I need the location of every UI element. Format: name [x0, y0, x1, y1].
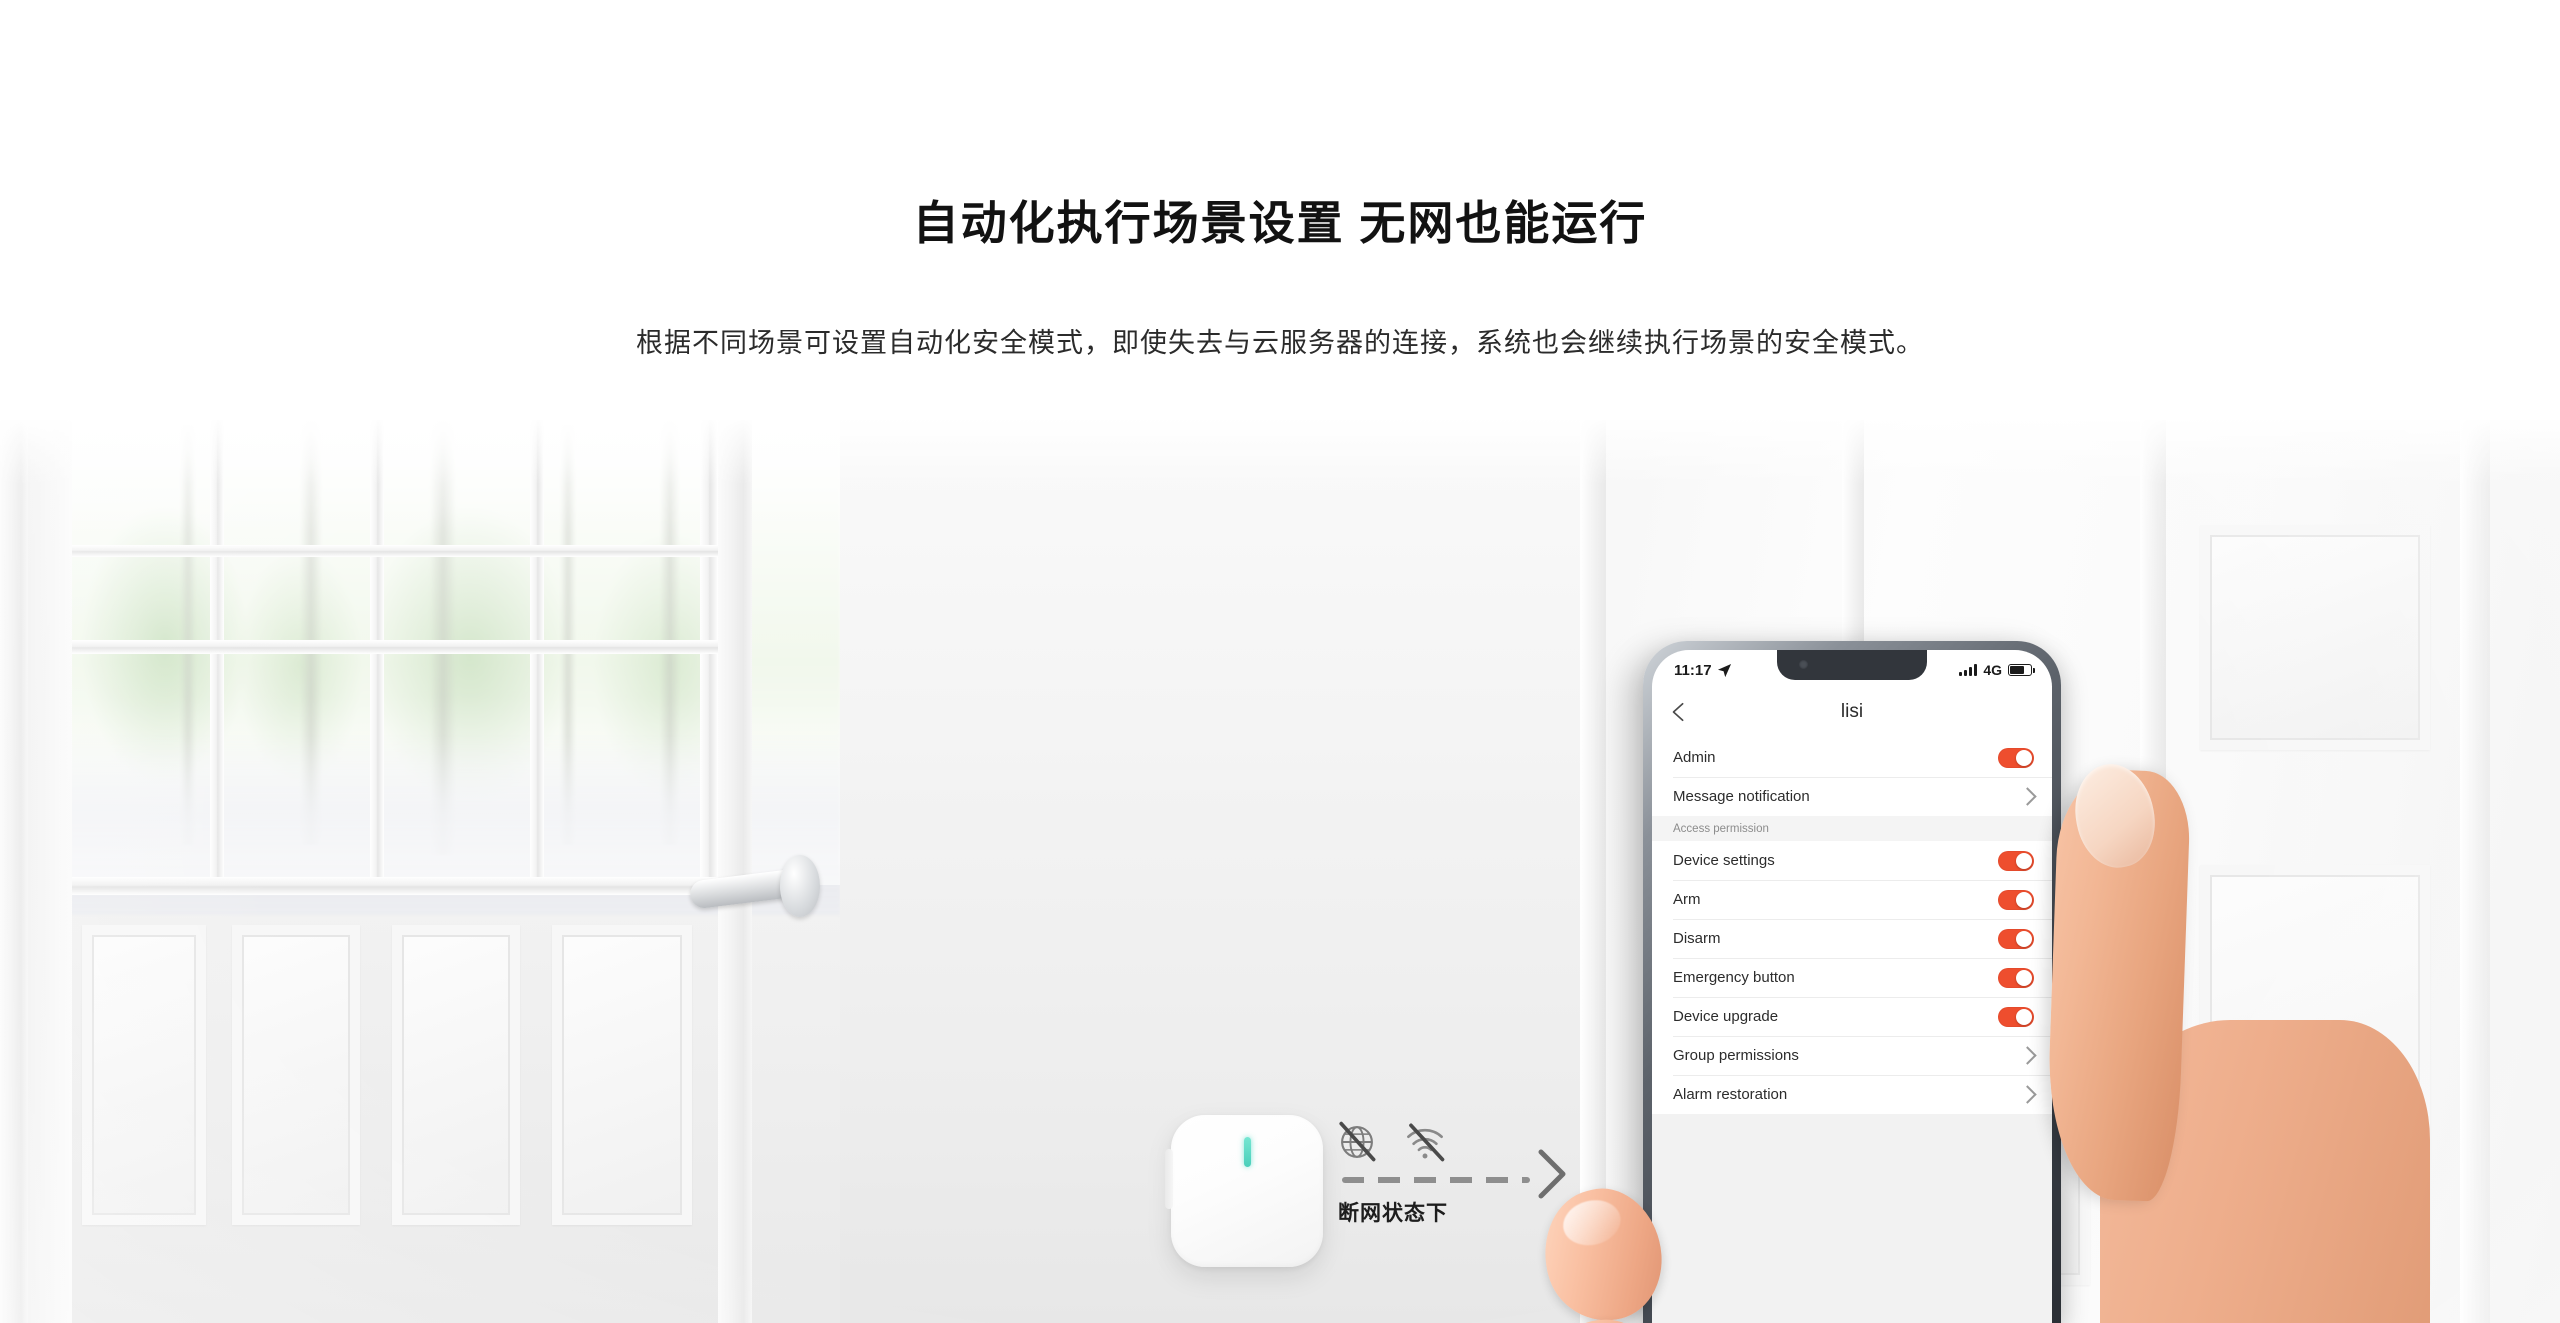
page-root: 自动化执行场景设置 无网也能运行 根据不同场景可设置自动化安全模式，即使失去与云… — [0, 0, 2560, 1323]
nav-bar: lisi — [1652, 686, 2052, 738]
toggle-device-settings[interactable] — [1998, 850, 2034, 871]
thumb — [2044, 757, 2192, 1203]
list-item-label: Device settings — [1673, 852, 1775, 869]
door-panel — [552, 925, 692, 1225]
list-item-label: Alarm restoration — [1673, 1086, 1788, 1103]
list-item-label: Emergency button — [1673, 969, 1795, 986]
location-arrow-icon — [1717, 663, 1731, 677]
chevron-left-icon[interactable] — [1668, 701, 1690, 723]
list-item-label: Disarm — [1673, 930, 1721, 947]
section-header-label: Access permission — [1673, 822, 1769, 835]
cellular-bars-icon — [1959, 664, 1978, 676]
hub-led-indicator — [1244, 1137, 1251, 1167]
door-panel — [392, 925, 520, 1225]
chevron-right-icon — [2018, 1085, 2037, 1104]
status-bar-right-group: 4G — [1959, 662, 2035, 678]
phone-screen: 11:17 4G lisi Admin Message notification… — [1652, 650, 2052, 1323]
list-item-emergency-button[interactable]: Emergency button — [1652, 958, 2052, 997]
nav-title: lisi — [1840, 701, 1864, 722]
status-bar: 11:17 4G — [1652, 650, 2052, 686]
list-item-disarm[interactable]: Disarm — [1652, 919, 2052, 958]
list-item-alarm-restoration[interactable]: Alarm restoration — [1652, 1075, 2052, 1114]
door-panel — [232, 925, 360, 1225]
hero-photo: 断网状态下 11:17 4G lisi Admin Message notifi… — [0, 415, 2560, 1323]
list-item-label: Message notification — [1673, 788, 1810, 805]
list-item-device-upgrade[interactable]: Device upgrade — [1652, 997, 2052, 1036]
settings-list[interactable]: Admin Message notification Access permis… — [1652, 738, 2052, 1323]
settings-group-1: Admin Message notification — [1652, 738, 2052, 816]
door-handle-rose — [780, 855, 820, 917]
offline-state-label: 断网状态下 — [1338, 1202, 1448, 1225]
settings-group-2: Device settings Arm Disarm Emergency but… — [1652, 841, 2052, 1114]
door-panel — [82, 925, 206, 1225]
hero-text-block: 自动化执行场景设置 无网也能运行 根据不同场景可设置自动化安全模式，即使失去与云… — [0, 0, 2560, 420]
globe-disconnected-icon — [1339, 1121, 1376, 1162]
toggle-device-upgrade[interactable] — [1998, 1006, 2034, 1027]
network-type-label: 4G — [1983, 662, 2002, 678]
toggle-admin[interactable] — [1998, 747, 2034, 768]
list-item-message-notification[interactable]: Message notification — [1652, 777, 2052, 816]
list-item-label: Arm — [1673, 891, 1701, 908]
list-item-label: Admin — [1673, 749, 1716, 766]
list-item-label: Group permissions — [1673, 1047, 1799, 1064]
section-header-access-permission: Access permission — [1652, 816, 2052, 841]
toggle-arm[interactable] — [1998, 889, 2034, 910]
dashed-connection-line — [1342, 1177, 1530, 1183]
chevron-right-icon — [2018, 787, 2037, 806]
list-bottom-space — [1652, 1114, 2052, 1234]
battery-icon — [2008, 664, 2035, 676]
offline-indicator-group: 断网状态下 — [1330, 1115, 1590, 1235]
arrow-right-chevron-icon — [1538, 1149, 1566, 1199]
alarm-hub-panel — [1165, 1115, 1323, 1267]
page-title: 自动化执行场景设置 无网也能运行 — [912, 197, 1648, 249]
toggle-emergency-button[interactable] — [1998, 967, 2034, 988]
wifi-disconnected-icon — [1407, 1123, 1445, 1162]
status-bar-time: 11:17 — [1674, 661, 1712, 679]
status-bar-time-group: 11:17 — [1674, 662, 1732, 679]
french-door-left — [0, 415, 840, 1323]
list-item-arm[interactable]: Arm — [1652, 880, 2052, 919]
toggle-disarm[interactable] — [1998, 928, 2034, 949]
list-item-device-settings[interactable]: Device settings — [1652, 841, 2052, 880]
smartphone-device: 11:17 4G lisi Admin Message notification… — [1643, 641, 2061, 1323]
list-item-group-permissions[interactable]: Group permissions — [1652, 1036, 2052, 1075]
list-item-label: Device upgrade — [1673, 1008, 1779, 1025]
chevron-right-icon — [2018, 1046, 2037, 1065]
list-item-admin[interactable]: Admin — [1652, 738, 2052, 777]
page-subtitle: 根据不同场景可设置自动化安全模式，即使失去与云服务器的连接，系统也会继续执行场景… — [636, 328, 1924, 358]
